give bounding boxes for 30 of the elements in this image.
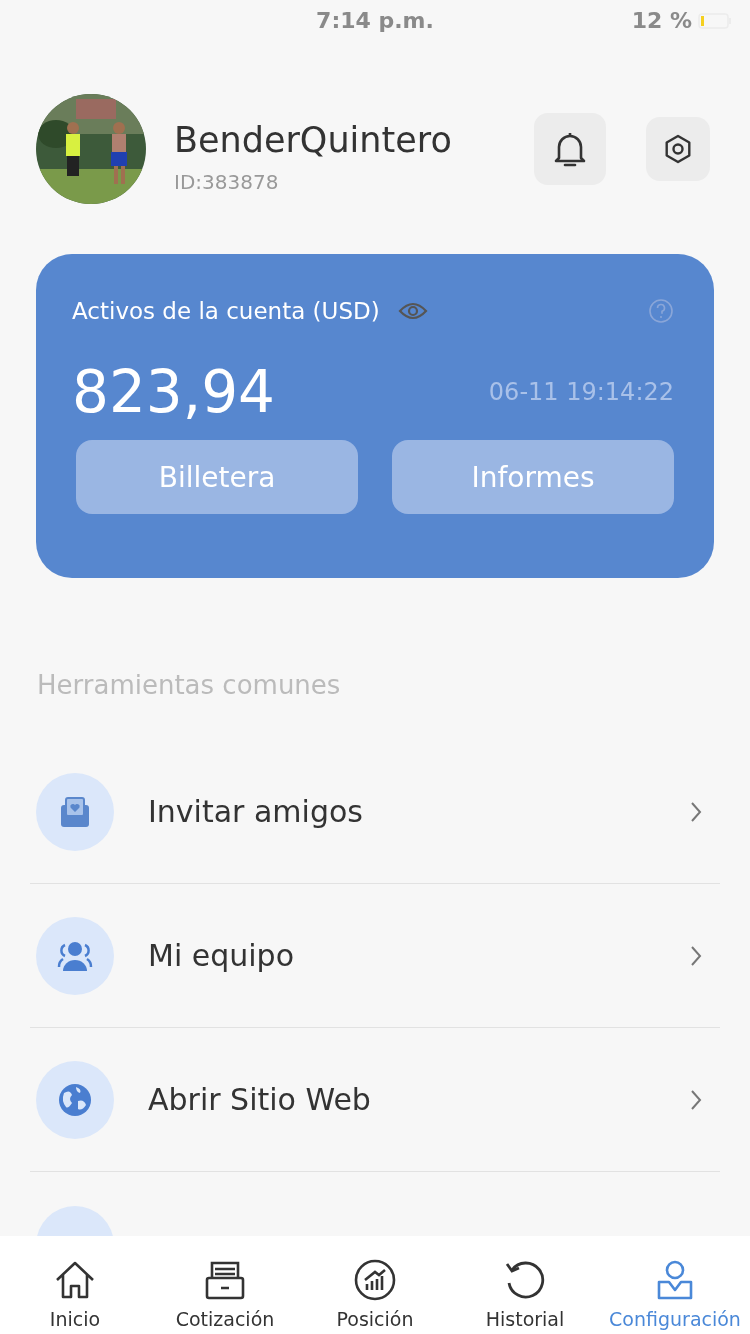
tab-bar-item[interactable]: Cotización: [150, 1236, 300, 1334]
battery-icon: [698, 12, 732, 29]
user-id: ID:383878: [174, 170, 280, 194]
chart-circle-icon: [353, 1258, 397, 1302]
chevron-right-icon: [690, 944, 702, 967]
user-name: BenderQuintero: [174, 120, 453, 160]
status-time: 7:14 p.m.: [316, 7, 434, 33]
settings-button[interactable]: [646, 117, 710, 181]
account-balance: 823,94: [72, 358, 275, 426]
notifications-button[interactable]: [534, 113, 606, 185]
globe-icon: [58, 1082, 92, 1117]
tab-bar-item[interactable]: Inicio: [0, 1236, 150, 1334]
tab-bar-item[interactable]: Configuración: [600, 1236, 750, 1334]
menu-label: Abrir Sitio Web: [148, 1082, 372, 1117]
menu-label: Invitar amigos: [148, 794, 364, 829]
menu-row[interactable]: Abrir Sitio Web: [30, 1028, 720, 1172]
menu-row[interactable]: Invitar amigos: [30, 740, 720, 884]
chevron-right-icon: [690, 800, 702, 823]
menu-label: Mi equipo: [148, 938, 295, 973]
update-time: 06-11 19:14:22: [488, 378, 674, 406]
heart-envelope-icon: [58, 794, 92, 829]
chevron-right-icon: [690, 1088, 702, 1111]
menu-row[interactable]: Mi equipo: [30, 884, 720, 1028]
tab-bar-item[interactable]: Historial: [450, 1236, 600, 1334]
bell-icon: [553, 130, 587, 168]
account-title: Activos de la cuenta (USD): [72, 298, 380, 324]
section-title: Herramientas comunes: [37, 670, 342, 700]
tab-bar-item[interactable]: Posición: [300, 1236, 450, 1334]
settings-icon: [663, 134, 693, 164]
battery-percent: 12 %: [631, 8, 692, 33]
